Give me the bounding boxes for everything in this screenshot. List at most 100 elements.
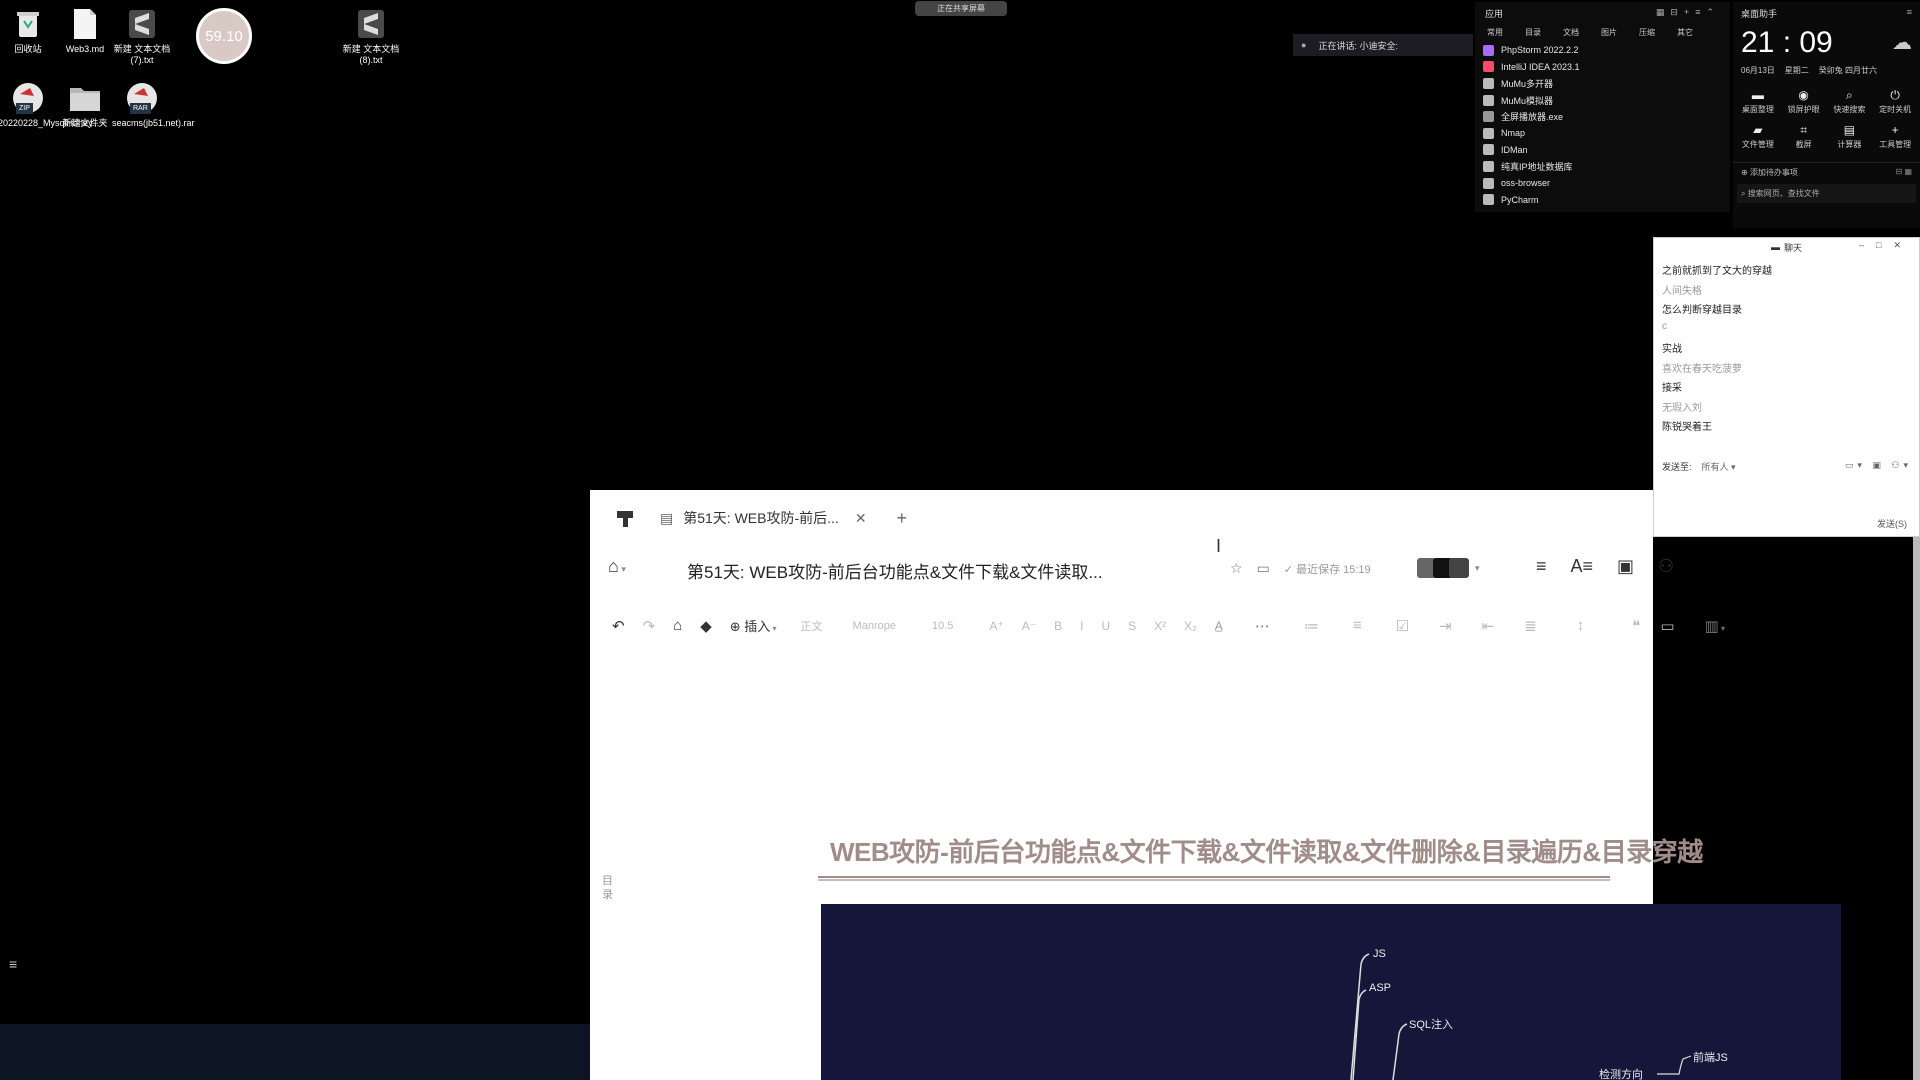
- present-icon[interactable]: ▣: [1617, 556, 1634, 577]
- phpstorm-icon: [1483, 44, 1494, 56]
- plus-icon: +: [1891, 123, 1899, 137]
- send-button[interactable]: 发送(S): [1871, 515, 1913, 532]
- move-folder-icon[interactable]: ▭: [1257, 560, 1270, 577]
- apps-tab[interactable]: 常用: [1487, 27, 1503, 38]
- mindmap-image[interactable]: JS ASP SQL注入 前端JS 检测方向: [821, 904, 1841, 1080]
- toc-toggle[interactable]: 目录: [602, 874, 614, 902]
- desktop-icon-zip[interactable]: ZIP 20220228_MysqlHoney...: [0, 80, 99, 129]
- font-color-icon[interactable]: A̲: [1215, 619, 1223, 633]
- file-manager-button[interactable]: ▰ 文件管理: [1737, 123, 1779, 150]
- italic-icon[interactable]: I: [1080, 619, 1083, 633]
- mindmap-lines: [1350, 953, 1692, 1080]
- close-tab-icon[interactable]: ✕: [855, 510, 867, 527]
- send-to-select[interactable]: 所有人 ▾: [1702, 460, 1736, 473]
- subscript-icon[interactable]: X₂: [1184, 619, 1197, 633]
- quick-search-button[interactable]: ⌕ 快速搜索: [1828, 88, 1870, 115]
- chevron-down-icon: ▾: [1475, 562, 1480, 573]
- doc-heading[interactable]: WEB攻防-前后台功能点&文件下载&文件读取&文件删除&目录遍历&目录穿越: [830, 832, 1703, 869]
- apps-tab[interactable]: 图片: [1601, 27, 1617, 38]
- insert-button[interactable]: ⊕ 插入 ▾: [730, 616, 777, 635]
- desktop-icon-new-folder[interactable]: 新建文件夹: [55, 80, 115, 129]
- bullet-list-icon[interactable]: ≔: [1304, 617, 1319, 635]
- chat-sender: c: [1662, 320, 1667, 332]
- checklist-icon[interactable]: ☑: [1396, 617, 1409, 635]
- eye-care-button[interactable]: ◉ 锁屏护眼: [1783, 88, 1825, 115]
- line-spacing-icon[interactable]: ↕: [1577, 617, 1585, 634]
- text-format-icon[interactable]: A≡: [1571, 556, 1594, 577]
- redo-icon[interactable]: ↷: [643, 617, 656, 635]
- clock-date: 06月13日: [1741, 66, 1775, 75]
- doc-tab[interactable]: ▤ 第51天: WEB攻防-前后... ✕ +: [660, 506, 907, 530]
- doc-title[interactable]: 第51天: WEB攻防-前后台功能点&文件下载&文件读取...: [687, 558, 1103, 583]
- desktop-icon-rar[interactable]: RAR seacms(jb51.net).rar: [112, 80, 195, 129]
- apps-tab[interactable]: 文档: [1563, 27, 1579, 38]
- format-painter-icon[interactable]: ⌂: [673, 617, 682, 634]
- chat-tools[interactable]: ▭▾ ▣ ⚇▾: [1845, 460, 1912, 473]
- document-settings-icon[interactable]: ▥ ▾: [1705, 617, 1725, 635]
- power-icon: ⏻: [1890, 88, 1900, 102]
- superscript-icon[interactable]: X²: [1154, 619, 1166, 633]
- app-item[interactable]: 全屏播放器.exe: [1475, 108, 1730, 125]
- todo-row[interactable]: ⊕ 添加待办事项 ⊟ ▦: [1733, 162, 1920, 182]
- app-item[interactable]: PhpStorm 2022.2.2: [1475, 42, 1730, 59]
- font-select[interactable]: Manrope: [853, 620, 896, 632]
- more-icon[interactable]: ⋯: [1255, 617, 1270, 635]
- share-user-icon[interactable]: ⚇: [1658, 556, 1674, 577]
- home-icon[interactable]: ⌂ ▾: [608, 556, 626, 577]
- apps-tab[interactable]: 目录: [1525, 27, 1541, 38]
- align-icon[interactable]: ≣: [1524, 617, 1537, 635]
- app-item[interactable]: MuMu模拟器: [1475, 92, 1730, 109]
- app-item[interactable]: IDMan: [1475, 142, 1730, 159]
- app-item[interactable]: MuMu多开器: [1475, 75, 1730, 92]
- widget-badge[interactable]: 59.10: [196, 8, 252, 64]
- menu-icon[interactable]: ≡: [1907, 7, 1912, 20]
- right-edge-strip: [1913, 537, 1920, 1080]
- chat-input[interactable]: [1654, 478, 1919, 516]
- app-item[interactable]: PyCharm: [1475, 191, 1730, 208]
- desktop-icon-txt-8[interactable]: 新建 文本文档 (8).txt: [341, 6, 401, 66]
- eraser-icon[interactable]: ◆: [700, 617, 712, 635]
- mindmap-node: SQL注入: [1409, 1019, 1454, 1031]
- app-item[interactable]: oss-browser: [1475, 175, 1730, 192]
- font-size-select[interactable]: 10.5: [932, 620, 953, 632]
- underline-icon[interactable]: U: [1101, 619, 1110, 633]
- bold-icon[interactable]: B: [1054, 619, 1062, 633]
- indent-icon[interactable]: ⇥: [1439, 617, 1452, 635]
- menu-icon[interactable]: ≡: [1536, 556, 1547, 577]
- font-decrease-icon[interactable]: A⁻: [1022, 619, 1036, 633]
- calculator-button[interactable]: ▤ 计算器: [1828, 123, 1870, 150]
- outdent-icon[interactable]: ⇤: [1482, 617, 1495, 635]
- apps-tab[interactable]: 其它: [1677, 27, 1693, 38]
- app-item[interactable]: IntelliJ IDEA 2023.1: [1475, 59, 1730, 76]
- desktop-icon-web3-md[interactable]: Web3.md: [55, 6, 115, 55]
- tools-button[interactable]: + 工具管理: [1874, 123, 1916, 150]
- style-select[interactable]: 正文: [801, 618, 823, 634]
- star-icon[interactable]: ☆: [1230, 560, 1243, 577]
- desktop-icon-recycle-bin[interactable]: 回收站: [0, 6, 58, 55]
- quote-icon[interactable]: ❝: [1632, 617, 1640, 635]
- list-icon[interactable]: ≡: [9, 956, 17, 972]
- search-field[interactable]: ⌕ 搜索网页、查找文件: [1737, 184, 1916, 203]
- app-item[interactable]: 纯真IP地址数据库: [1475, 158, 1730, 175]
- collaborators[interactable]: ▾: [1417, 558, 1480, 578]
- strikethrough-icon[interactable]: S: [1128, 619, 1136, 633]
- app-item[interactable]: Nmap: [1475, 125, 1730, 142]
- chat-message: 怎么判断穿越目录: [1662, 305, 1742, 316]
- heading-underline: [818, 876, 1610, 881]
- desktop-icon-label: 新建文件夹: [62, 118, 108, 128]
- apps-tab[interactable]: 压缩: [1639, 27, 1655, 38]
- undo-icon[interactable]: ↶: [612, 617, 625, 635]
- window-controls[interactable]: –□✕: [1859, 240, 1913, 251]
- desktop-organize-button[interactable]: ▬ 桌面整理: [1737, 88, 1779, 115]
- shutdown-timer-button[interactable]: ⏻ 定时关机: [1874, 88, 1916, 115]
- clock-weekday: 星期二: [1784, 66, 1809, 75]
- font-increase-icon[interactable]: A⁺: [989, 619, 1003, 633]
- screenshot-button[interactable]: ⌗ 截屏: [1783, 123, 1825, 150]
- app-logo-icon[interactable]: [614, 508, 636, 530]
- desktop-icon-txt-7[interactable]: 新建 文本文档 (7).txt: [112, 6, 172, 66]
- screen-share-notice[interactable]: 正在共享屏幕: [915, 1, 1007, 16]
- numbered-list-icon[interactable]: ≡: [1353, 617, 1362, 634]
- new-tab-icon[interactable]: +: [897, 508, 908, 529]
- divider-icon[interactable]: ▭: [1660, 617, 1674, 635]
- chat-window: ▬ 聊天 –□✕ 之前就抓到了文大的穿越 人间失格 怎么判断穿越目录 c 实战 …: [1653, 237, 1920, 537]
